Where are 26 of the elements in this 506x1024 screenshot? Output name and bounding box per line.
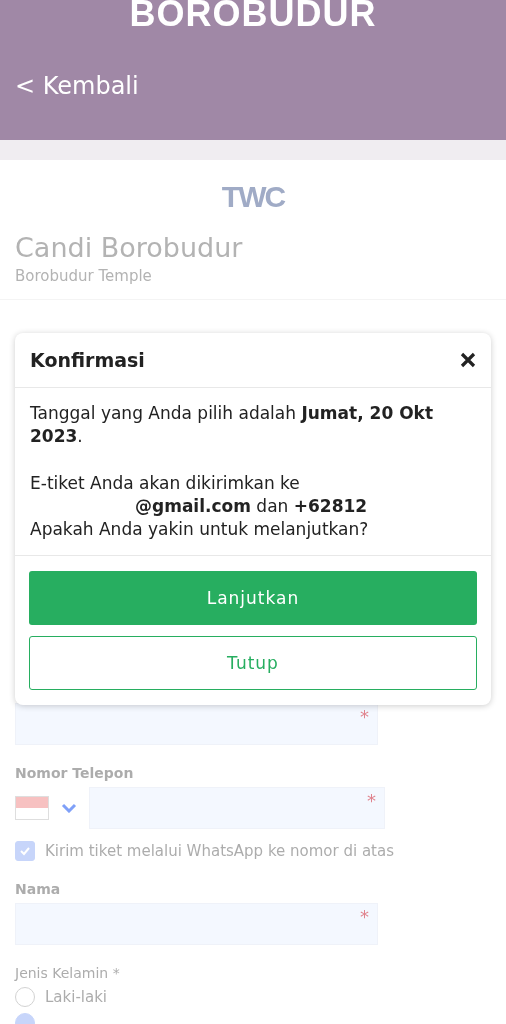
checkmark-icon	[19, 845, 31, 857]
field-label: Jenis Kelamin *	[15, 965, 121, 981]
required-mark: *	[367, 790, 376, 811]
page-title: BOROBUDUR	[129, 0, 377, 32]
field-label: Nama	[15, 881, 62, 897]
continue-button[interactable]: Lanjutkan	[29, 571, 477, 625]
site-subtitle: Borobudur Temple	[15, 267, 153, 285]
dialog-message: E-tiket Anda akan dikirimkan ke @gmail.com dan +62812 Apakah Anda yakin untuk melanjutkan?	[30, 472, 370, 541]
input-field[interactable]: *	[15, 903, 378, 945]
close-button[interactable]: Tutup	[29, 636, 477, 690]
radio-label: Laki-laki	[45, 988, 108, 1006]
input-field[interactable]: *	[15, 703, 378, 745]
logo: TWC	[221, 180, 285, 214]
back-link[interactable]: < Kembali	[15, 72, 139, 100]
close-icon[interactable]	[460, 352, 476, 368]
flag-icon	[15, 796, 49, 820]
checkbox[interactable]	[15, 841, 35, 861]
dialog-message: Tanggal yang Anda pilih adalah Jumat, 20 Okt 2023.	[30, 402, 434, 448]
chevron-icon[interactable]	[61, 803, 77, 813]
field-label: Nomor Telepon	[15, 765, 135, 781]
site-title: Candi Borobudur	[15, 232, 244, 263]
input-field[interactable]: *	[89, 787, 385, 829]
required-mark: *	[360, 906, 369, 927]
required-mark: *	[360, 706, 369, 727]
dialog-title: Konfirmasi	[30, 349, 145, 371]
checkbox-label: Kirim tiket melalui WhatsApp ke nomor di atas	[45, 842, 394, 860]
